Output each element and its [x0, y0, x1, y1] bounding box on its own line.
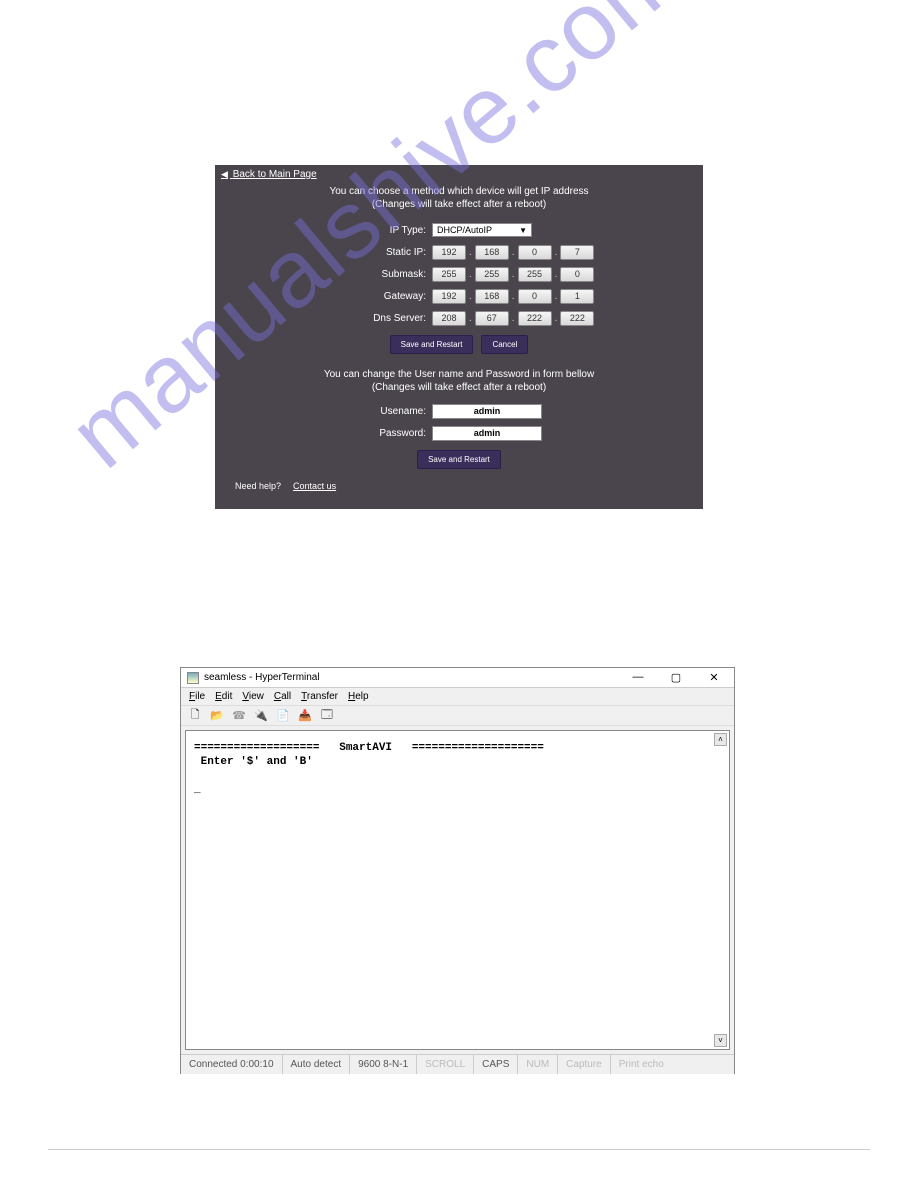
chevron-down-icon: ▼ — [519, 226, 527, 235]
dns-octet-3[interactable]: 222 — [518, 311, 552, 326]
scroll-down-button[interactable]: ˅ — [714, 1034, 727, 1047]
dns-octet-2[interactable]: 67 — [475, 311, 509, 326]
page-divider — [48, 1149, 870, 1150]
back-label: Back to Main Page — [233, 169, 317, 180]
status-print: Print echo — [611, 1055, 672, 1074]
submask-octet-1[interactable]: 255 — [432, 267, 466, 282]
app-icon — [187, 672, 199, 684]
footer: Need help? Contact us — [235, 481, 336, 491]
status-detect: Auto detect — [283, 1055, 351, 1074]
instruction-user-1: You can change the User name and Passwor… — [215, 368, 703, 381]
ip-form: IP Type: DHCP/AutoIP ▼ Static IP: 192. 1… — [215, 221, 703, 354]
password-input[interactable]: admin — [432, 426, 542, 441]
instruction-line-1: You can choose a method which device wil… — [215, 185, 703, 198]
menu-call[interactable]: Call — [274, 691, 291, 702]
menu-view[interactable]: View — [242, 691, 264, 702]
contact-us-link[interactable]: Contact us — [293, 481, 336, 491]
back-arrow-icon: ◀ — [221, 169, 228, 179]
static-ip-label: Static IP: — [286, 247, 426, 258]
close-button[interactable]: ✕ — [700, 671, 728, 684]
need-help-label: Need help? — [235, 481, 281, 491]
window-title: seamless - HyperTerminal — [204, 672, 320, 683]
status-baud: 9600 8-N-1 — [350, 1055, 417, 1074]
status-scroll: SCROLL — [417, 1055, 474, 1074]
submask-octet-3[interactable]: 255 — [518, 267, 552, 282]
open-icon[interactable]: 📂 — [209, 708, 225, 724]
static-ip-octet-4[interactable]: 7 — [560, 245, 594, 260]
cancel-button[interactable]: Cancel — [481, 335, 528, 354]
dns-octet-1[interactable]: 208 — [432, 311, 466, 326]
page: ◀ Back to Main Page You can choose a met… — [0, 0, 918, 1188]
status-caps: CAPS — [474, 1055, 518, 1074]
gateway-label: Gateway: — [286, 291, 426, 302]
ip-type-label: IP Type: — [286, 225, 426, 236]
status-capture: Capture — [558, 1055, 611, 1074]
menubar: File Edit View Call Transfer Help — [181, 688, 734, 706]
properties-icon[interactable]: 🗔 — [319, 708, 335, 724]
menu-file[interactable]: File — [189, 691, 205, 702]
config-panel: ◀ Back to Main Page You can choose a met… — [215, 165, 703, 509]
new-icon[interactable]: 🗋 — [187, 708, 203, 724]
minimize-button[interactable]: — — [624, 671, 652, 684]
dns-octet-4[interactable]: 222 — [560, 311, 594, 326]
instruction-user-2: (Changes will take effect after a reboot… — [215, 381, 703, 394]
save-restart-user-button[interactable]: Save and Restart — [417, 450, 501, 469]
static-ip-octet-1[interactable]: 192 — [432, 245, 466, 260]
toolbar: 🗋 📂 ☎ 🔌 📄 📥 🗔 — [181, 706, 734, 726]
ip-type-value: DHCP/AutoIP — [437, 225, 492, 235]
static-ip-octet-3[interactable]: 0 — [518, 245, 552, 260]
maximize-button[interactable]: ▢ — [662, 671, 690, 684]
static-ip-octet-2[interactable]: 168 — [475, 245, 509, 260]
disconnect-icon[interactable]: 🔌 — [253, 708, 269, 724]
back-to-main-link[interactable]: ◀ Back to Main Page — [221, 169, 317, 180]
hyperterminal-window: seamless - HyperTerminal — ▢ ✕ File Edit… — [180, 667, 735, 1074]
connect-icon[interactable]: ☎ — [231, 708, 247, 724]
status-num: NUM — [518, 1055, 558, 1074]
username-input[interactable]: admin — [432, 404, 542, 419]
gateway-octet-3[interactable]: 0 — [518, 289, 552, 304]
user-form: Usename: admin Password: admin Save and … — [215, 402, 703, 469]
menu-help[interactable]: Help — [348, 691, 369, 702]
instruction-line-2: (Changes will take effect after a reboot… — [215, 198, 703, 211]
receive-icon[interactable]: 📥 — [297, 708, 313, 724]
save-restart-button[interactable]: Save and Restart — [390, 335, 474, 354]
ip-type-select[interactable]: DHCP/AutoIP ▼ — [432, 223, 532, 237]
gateway-octet-1[interactable]: 192 — [432, 289, 466, 304]
submask-octet-2[interactable]: 255 — [475, 267, 509, 282]
terminal-area[interactable]: ˄ =================== SmartAVI =========… — [185, 730, 730, 1050]
password-label: Password: — [286, 428, 426, 439]
username-label: Usename: — [286, 406, 426, 417]
scroll-up-button[interactable]: ˄ — [714, 733, 727, 746]
submask-label: Submask: — [286, 269, 426, 280]
submask-octet-4[interactable]: 0 — [560, 267, 594, 282]
send-icon[interactable]: 📄 — [275, 708, 291, 724]
gateway-octet-4[interactable]: 1 — [560, 289, 594, 304]
gateway-octet-2[interactable]: 168 — [475, 289, 509, 304]
terminal-content: =================== SmartAVI ===========… — [186, 731, 729, 807]
dns-label: Dns Server: — [286, 313, 426, 324]
statusbar: Connected 0:00:10 Auto detect 9600 8-N-1… — [181, 1054, 734, 1074]
status-connected: Connected 0:00:10 — [181, 1055, 283, 1074]
titlebar: seamless - HyperTerminal — ▢ ✕ — [181, 668, 734, 688]
menu-transfer[interactable]: Transfer — [301, 691, 338, 702]
menu-edit[interactable]: Edit — [215, 691, 232, 702]
